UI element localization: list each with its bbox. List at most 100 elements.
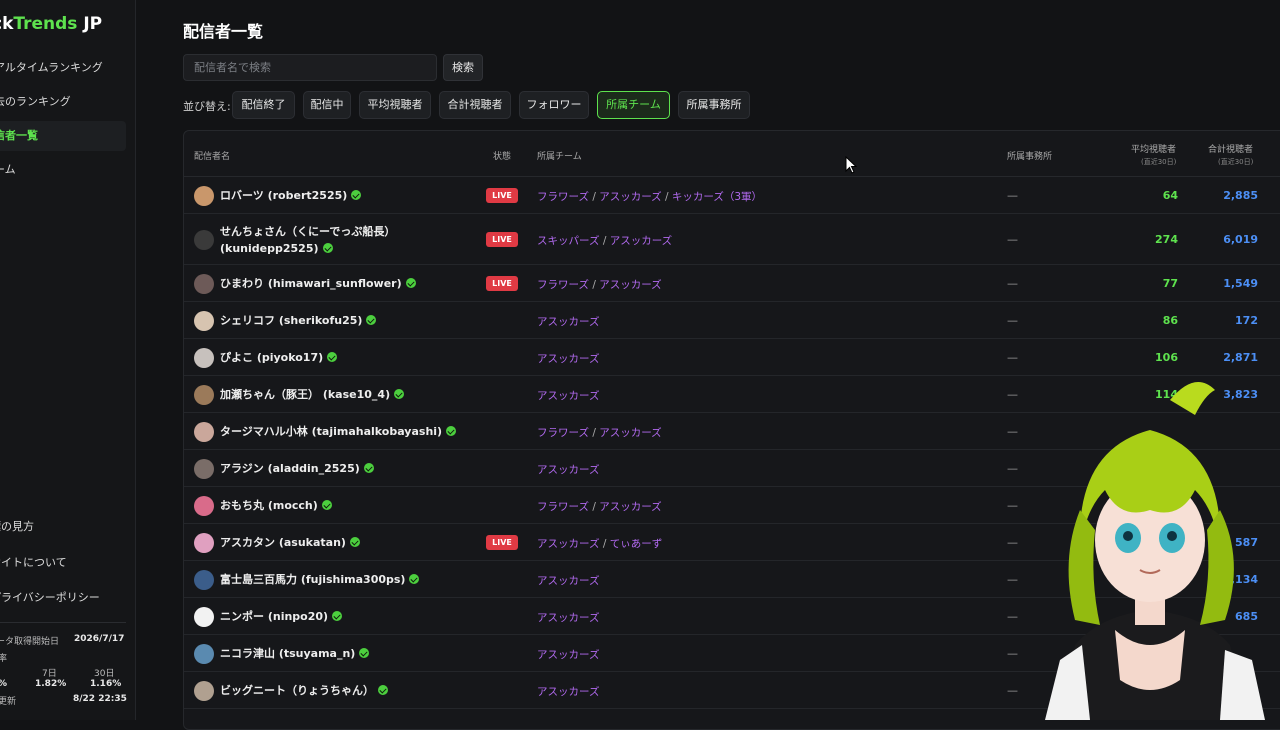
streamer-name[interactable]: ニンポー (ninpo20) bbox=[220, 608, 343, 625]
streamer-name-line1: ビッグニート（りょうちゃん） bbox=[220, 684, 374, 697]
team-link[interactable]: スキッパーズ bbox=[537, 235, 599, 247]
table-row[interactable]: せんちょさん（くにーでっぷ船長） (kunidepp2525) LIVE スキッパーズ… bbox=[184, 214, 1280, 265]
team-link[interactable]: アスッカーズ bbox=[537, 575, 599, 587]
team-link[interactable]: アスッカーズ bbox=[537, 686, 599, 698]
team-link[interactable]: アスッカーズ bbox=[537, 464, 599, 476]
avatar[interactable] bbox=[194, 421, 214, 442]
link-about-site[interactable]: サイトについて bbox=[0, 554, 67, 570]
nav-item-past-ranking[interactable]: 去のランキング bbox=[0, 87, 126, 117]
table-row[interactable]: ひまわり (himawari_sunflower) LIVE フラワーズ / アスッ… bbox=[184, 265, 1280, 302]
link-how-to-read[interactable]: 標の見方 bbox=[0, 518, 34, 534]
avatar[interactable] bbox=[194, 347, 214, 368]
streamer-name[interactable]: 富士島三百馬力 (fujishima300ps) bbox=[220, 571, 420, 588]
team-link[interactable]: アスッカーズ bbox=[537, 612, 599, 624]
team-link[interactable]: アスッカーズ bbox=[537, 390, 599, 402]
nav-item-streamer-list[interactable]: 信者一覧 bbox=[0, 121, 126, 151]
live-badge: LIVE bbox=[486, 188, 518, 203]
avatar[interactable] bbox=[194, 384, 214, 405]
team-link[interactable]: アスッカーズ bbox=[537, 538, 599, 550]
avatar[interactable] bbox=[194, 532, 214, 553]
team-link[interactable]: アスッカーズ bbox=[537, 353, 599, 365]
stat-7d-label: 7日 bbox=[42, 669, 57, 679]
table-row[interactable]: ロバーツ (robert2525) LIVE フラワーズ / アスッカーズ / キッ… bbox=[184, 177, 1280, 214]
total-viewers-value: 172 bbox=[1235, 313, 1258, 327]
team-list: フラワーズ / アスッカーズ / キッカーズ（3軍） bbox=[537, 190, 763, 203]
avatar[interactable] bbox=[194, 229, 214, 250]
avatar[interactable] bbox=[194, 495, 214, 516]
streamer-name-line1: 加瀬ちゃん（豚王） (kase10_4) bbox=[220, 388, 391, 401]
streamer-name[interactable]: アラジン (aladdin_2525) bbox=[220, 460, 374, 477]
avatar[interactable] bbox=[194, 458, 214, 479]
streamer-name[interactable]: 加瀬ちゃん（豚王） (kase10_4) bbox=[220, 386, 405, 403]
avatar[interactable] bbox=[194, 606, 214, 627]
nav-item-realtime-ranking[interactable]: アルタイムランキング bbox=[0, 53, 126, 83]
team-link[interactable]: てぃあーず bbox=[610, 538, 663, 550]
link-privacy-policy[interactable]: プライバシーポリシー bbox=[0, 589, 100, 605]
avatar[interactable] bbox=[194, 680, 214, 701]
team-link[interactable]: アスッカーズ bbox=[537, 649, 599, 661]
streamer-name[interactable]: ひまわり (himawari_sunflower) bbox=[220, 275, 416, 292]
table-header: 配信者名 状態 所属チーム 所属事務所 平均視聴者 (直近30日) 合計視聴者 … bbox=[184, 131, 1280, 177]
table-row[interactable]: シェリコフ (sherikofu25) アスッカーズ — 86 172 bbox=[184, 302, 1280, 339]
th-name[interactable]: 配信者名 bbox=[194, 149, 230, 162]
avatar[interactable] bbox=[194, 185, 214, 206]
team-link[interactable]: フラワーズ bbox=[537, 191, 589, 203]
total-viewers-value: 2,885 bbox=[1223, 188, 1258, 202]
avatar[interactable] bbox=[194, 273, 214, 294]
team-link[interactable]: アスッカーズ bbox=[610, 235, 672, 247]
team-link[interactable]: フラワーズ bbox=[537, 279, 589, 291]
avg-viewers-value: 64 bbox=[1162, 188, 1178, 202]
streamer-name[interactable]: ニコラ津山 (tsuyama_n) bbox=[220, 645, 370, 662]
team-link[interactable]: フラワーズ bbox=[537, 501, 589, 513]
team-link[interactable]: キッカーズ（3軍） bbox=[672, 191, 762, 203]
search-input[interactable] bbox=[183, 54, 437, 81]
team-list: アスッカーズ bbox=[537, 610, 599, 625]
team-list: フラワーズ / アスッカーズ bbox=[537, 500, 662, 513]
team-link[interactable]: フラワーズ bbox=[537, 427, 589, 439]
streamer-name[interactable]: ロバーツ (robert2525) bbox=[220, 187, 362, 204]
streamer-name[interactable]: アスカタン (asukatan) bbox=[220, 534, 360, 551]
sort-button-live[interactable]: 配信中 bbox=[303, 91, 351, 119]
streamer-name[interactable]: せんちょさん（くにーでっぷ船長） (kunidepp2525) bbox=[220, 223, 395, 257]
th-agency[interactable]: 所属事務所 bbox=[1007, 149, 1052, 162]
brand-logo[interactable]: ckTrends JP bbox=[0, 14, 102, 34]
avg-viewers-value: 77 bbox=[1162, 276, 1178, 290]
avatar[interactable] bbox=[194, 569, 214, 590]
streamer-name[interactable]: タージマハル小林 (tajimahalkobayashi) bbox=[220, 423, 457, 440]
th-team[interactable]: 所属チーム bbox=[537, 149, 582, 162]
streamer-name-line1: せんちょさん（くにーでっぷ船長） bbox=[220, 224, 396, 238]
sort-button-total-viewers[interactable]: 合計視聴者 bbox=[439, 91, 511, 119]
th-status[interactable]: 状態 bbox=[493, 149, 511, 162]
agency-value: — bbox=[1007, 609, 1018, 623]
team-link[interactable]: アスッカーズ bbox=[599, 427, 661, 439]
sort-button-agency[interactable]: 所属事務所 bbox=[678, 91, 750, 119]
streamer-name[interactable]: おもち丸 (mocch) bbox=[220, 497, 332, 514]
live-badge: LIVE bbox=[486, 232, 518, 247]
streamer-name[interactable]: ビッグニート（りょうちゃん） bbox=[220, 682, 388, 699]
verified-check-icon bbox=[321, 500, 332, 510]
total-viewers-value: 1,549 bbox=[1223, 276, 1258, 290]
streamer-name[interactable]: シェリコフ (sherikofu25) bbox=[220, 312, 377, 329]
sort-button-followers[interactable]: フォロワー bbox=[519, 91, 589, 119]
avatar[interactable] bbox=[194, 310, 214, 331]
team-link[interactable]: アスッカーズ bbox=[599, 501, 661, 513]
search-button[interactable]: 検索 bbox=[443, 54, 483, 81]
streamer-name-line1: ぴよこ (piyoko17) bbox=[220, 351, 324, 364]
verified-check-icon bbox=[446, 426, 457, 436]
stat-rate-value-7d: 1.82% bbox=[35, 679, 67, 689]
team-link[interactable]: アスッカーズ bbox=[599, 279, 661, 291]
nav-item-team[interactable]: ーム bbox=[0, 155, 126, 185]
sort-button-ended[interactable]: 配信終了 bbox=[232, 91, 295, 119]
stat-update-value: 8/22 22:35 bbox=[73, 694, 127, 704]
team-list: フラワーズ / アスッカーズ bbox=[537, 278, 662, 291]
avatar[interactable] bbox=[194, 643, 214, 664]
streamer-name-line1: アスカタン (asukatan) bbox=[220, 536, 346, 549]
team-link[interactable]: アスッカーズ bbox=[537, 316, 599, 328]
team-link[interactable]: アスッカーズ bbox=[599, 191, 661, 203]
streamer-name[interactable]: ぴよこ (piyoko17) bbox=[220, 349, 338, 366]
th-total-viewers[interactable]: 合計視聴者 bbox=[1208, 142, 1253, 155]
sort-button-team[interactable]: 所属チーム bbox=[597, 91, 670, 119]
sort-button-avg-viewers[interactable]: 平均視聴者 bbox=[359, 91, 431, 119]
verified-check-icon bbox=[351, 190, 362, 200]
th-avg-viewers[interactable]: 平均視聴者 bbox=[1131, 142, 1176, 155]
